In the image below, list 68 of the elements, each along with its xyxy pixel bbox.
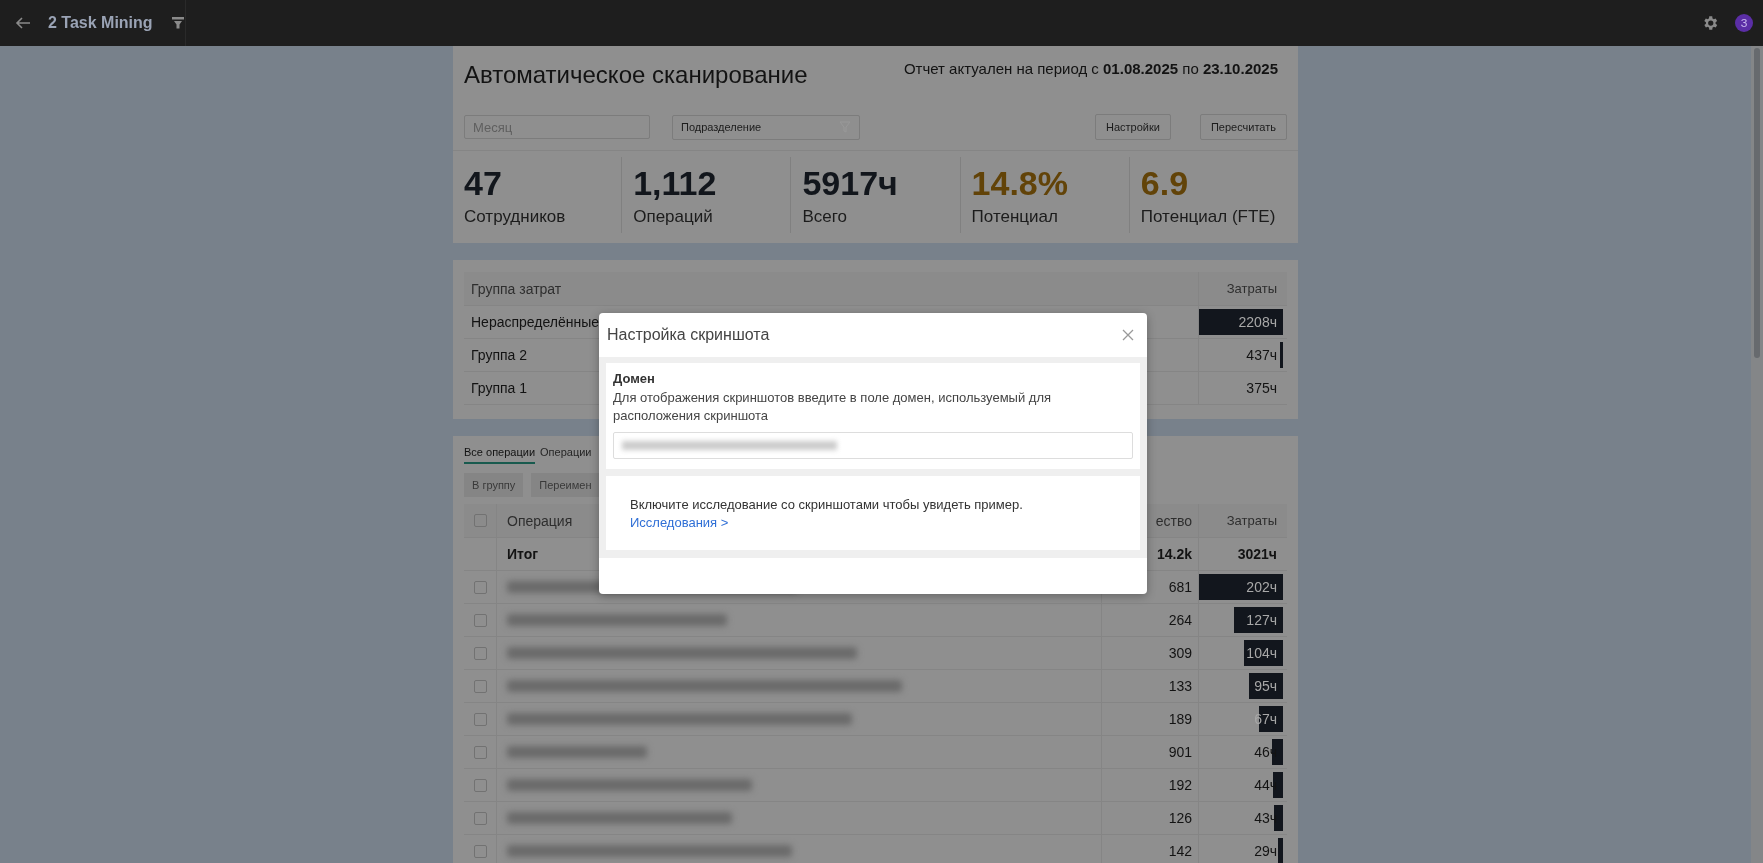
metric-value: 1,112	[633, 163, 718, 204]
column-header: Затраты	[1226, 513, 1278, 528]
column-header: Группа затрат	[471, 280, 562, 297]
checkbox[interactable]	[473, 712, 487, 726]
total-count: 14.2k	[1156, 546, 1192, 562]
metric-label: Потенциал	[971, 206, 1059, 228]
metric-value: 6.9	[1140, 163, 1190, 204]
column-header: Затраты	[1226, 281, 1278, 296]
metric-value: 14.8%	[971, 163, 1069, 204]
cost-value: 29ч	[1254, 843, 1278, 859]
cost-value: 437ч	[1246, 347, 1278, 363]
checkbox[interactable]	[473, 613, 487, 627]
checkbox[interactable]	[473, 580, 487, 594]
filter-icon[interactable]	[170, 16, 185, 30]
page-title: Автоматическое сканирование	[464, 61, 808, 90]
section-title: Домен	[613, 371, 656, 386]
column-header: Операция	[507, 512, 573, 529]
app-title: 2 Task Mining	[48, 14, 153, 32]
checkbox[interactable]	[473, 646, 487, 660]
cost-value: 2208ч	[1238, 314, 1278, 330]
checkbox[interactable]	[473, 778, 487, 792]
dialog-title: Настройка скриншота	[607, 326, 770, 344]
count-value: 309	[1168, 645, 1192, 661]
column-header: ество	[1155, 512, 1192, 529]
metric-label: Всего	[802, 206, 848, 228]
domain-input-field[interactable]	[613, 432, 1133, 459]
metric-label: Операций	[633, 206, 714, 228]
rename-button[interactable]: Переимен	[531, 473, 600, 497]
add-to-group-button[interactable]: В группу	[464, 473, 524, 497]
group-name: Группа 1	[471, 380, 528, 396]
cost-value: 95ч	[1254, 678, 1278, 694]
count-value: 192	[1168, 777, 1192, 793]
settings-button[interactable]: Настройки	[1095, 114, 1171, 140]
cost-value: 375ч	[1246, 380, 1278, 396]
section-description: Для отображения скриншотов введите в поле домен, используемый для расположения скриншота	[613, 389, 1053, 425]
hint-text: Включите исследование со скриншотами чтобы увидеть пример.	[630, 496, 1024, 514]
count-value: 142	[1168, 843, 1192, 859]
count-value: 264	[1168, 612, 1192, 628]
group-name: Нераспределённые	[471, 314, 600, 330]
total-cost: 3021ч	[1237, 546, 1278, 562]
close-icon[interactable]	[1121, 328, 1135, 342]
cost-value: 127ч	[1246, 612, 1278, 628]
count-value: 133	[1168, 678, 1192, 694]
tab[interactable]: Операции	[540, 444, 592, 464]
metric-label: Потенциал (FTE)	[1140, 206, 1277, 228]
report-period: Отчет актуален на период с 01.08.2025 по 23.10.2025	[903, 60, 1278, 79]
checkbox[interactable]	[473, 514, 487, 527]
tab[interactable]: Все операции	[464, 444, 536, 464]
checkbox[interactable]	[473, 811, 487, 825]
cost-value: 202ч	[1246, 579, 1278, 595]
user-avatar[interactable]: З	[1735, 14, 1753, 32]
count-value: 681	[1168, 579, 1192, 595]
count-value: 901	[1168, 744, 1192, 760]
count-value: 126	[1168, 810, 1192, 826]
recalculate-button[interactable]: Пересчитать	[1199, 114, 1287, 140]
metric-value: 47	[464, 163, 503, 204]
group-name: Группа 2	[471, 347, 528, 363]
division-filter[interactable]: Подразделение	[672, 114, 860, 140]
metric-label: Сотрудников	[464, 206, 567, 228]
cost-value: 104ч	[1246, 645, 1278, 661]
count-value: 189	[1168, 711, 1192, 727]
checkbox[interactable]	[473, 679, 487, 693]
metric-value: 5917ч	[802, 163, 899, 204]
total-label: Итог	[507, 546, 539, 562]
scrollbar-thumb[interactable]	[1754, 48, 1760, 358]
research-link[interactable]: Исследования >	[630, 515, 729, 530]
checkbox[interactable]	[473, 745, 487, 759]
checkbox[interactable]	[473, 844, 487, 858]
